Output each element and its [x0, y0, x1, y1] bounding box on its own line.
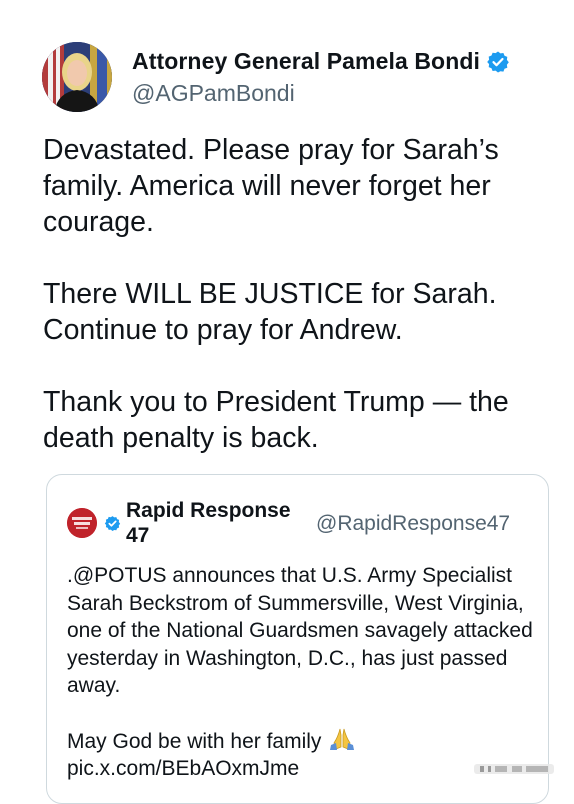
author-display-name[interactable]: Attorney General Pamela Bondi: [132, 48, 480, 75]
quoted-paragraph: .@POTUS announces that U.S. Army Special…: [67, 564, 533, 697]
author-name-row: Attorney General Pamela Bondi: [132, 48, 510, 75]
quoted-tweet-text: .@POTUS announces that U.S. Army Special…: [67, 562, 537, 783]
tweet-paragraph: Thank you to President Trump — the death…: [43, 386, 509, 454]
author-avatar[interactable]: [42, 42, 112, 112]
quoted-tweet[interactable]: Rapid Response 47 @RapidResponse47 .@POT…: [46, 474, 549, 804]
media-link[interactable]: pic.x.com/BEbAOxmJme: [67, 757, 299, 780]
watermark-logo: [468, 760, 558, 778]
quoted-paragraph-text: May God be with her family: [67, 729, 322, 753]
verified-badge-icon: [486, 50, 510, 74]
quoted-handle[interactable]: @RapidResponse47: [316, 512, 510, 536]
tweet-paragraph: There WILL BE JUSTICE for Sarah. Continu…: [43, 278, 497, 346]
verified-badge-icon: [104, 515, 121, 532]
quoted-paragraph-2: May God be with her family pic.x.com/BEb…: [67, 727, 537, 783]
tweet-paragraph: Devastated. Please pray for Sarah’s fami…: [43, 134, 499, 238]
tweet-header: Attorney General Pamela Bondi @AGPamBond…: [42, 42, 562, 112]
author-handle[interactable]: @AGPamBondi: [132, 80, 295, 107]
rapid-response-logo-icon[interactable]: [67, 508, 97, 538]
tweet-card: Attorney General Pamela Bondi @AGPamBond…: [0, 0, 574, 804]
quoted-display-name[interactable]: Rapid Response 47: [126, 498, 316, 548]
tweet-text: Devastated. Please pray for Sarah’s fami…: [43, 132, 543, 456]
folded-hands-icon: [327, 727, 357, 751]
